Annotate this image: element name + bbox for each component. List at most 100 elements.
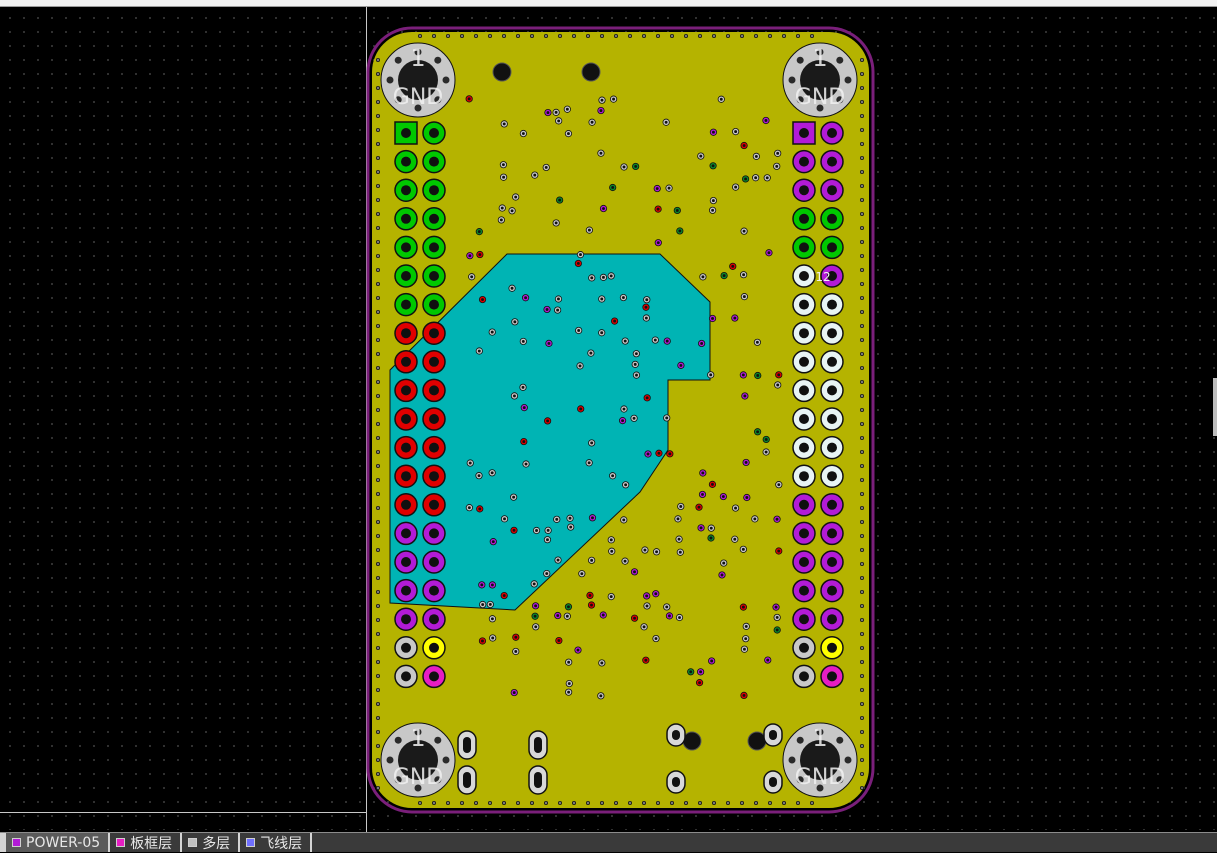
via-hole <box>711 482 714 486</box>
via-hole <box>861 675 863 677</box>
layer-tab-power[interactable]: POWER-05 <box>6 833 109 852</box>
layer-tab-board-frame[interactable]: 板框层 <box>110 833 181 852</box>
via-hole <box>742 273 746 277</box>
via-hole <box>502 594 506 597</box>
via-hole <box>861 703 863 705</box>
pad-drill <box>799 528 809 539</box>
via-hole <box>754 176 758 180</box>
pad-drill <box>429 671 439 682</box>
via-hole <box>699 35 701 37</box>
via-hole <box>777 483 781 487</box>
via-hole <box>776 383 780 387</box>
via-hole <box>524 462 528 466</box>
via-hole <box>699 802 701 804</box>
via-hole <box>490 583 494 587</box>
via-hole <box>433 802 435 804</box>
via-hole <box>600 331 604 335</box>
via-hole <box>567 682 571 685</box>
mounting-hole-via <box>788 756 796 764</box>
layer-tab-multilayer[interactable]: 多层 <box>182 833 239 852</box>
via-hole <box>587 461 591 465</box>
layer-tab-ratsnest[interactable]: 飞线层 <box>240 833 311 852</box>
via-hole <box>377 521 379 523</box>
via-hole <box>590 276 594 280</box>
via-hole <box>744 177 748 181</box>
pad-drill <box>799 299 809 310</box>
via-hole <box>654 592 658 596</box>
via-hole <box>419 35 421 37</box>
via-hole <box>861 115 863 117</box>
via-hole <box>678 616 681 619</box>
mounting-hole-via <box>442 76 450 84</box>
via-hole <box>610 549 614 553</box>
mounting-hole-via <box>434 56 442 64</box>
via-hole <box>377 773 379 775</box>
pcb-board-view[interactable]: 1 GND 1 GND 1 GND 1 GND 12 <box>0 0 1217 832</box>
via-hole <box>377 633 379 635</box>
via-hole <box>461 802 463 804</box>
via-hole <box>377 115 379 117</box>
via-hole <box>671 35 673 37</box>
pad-drill <box>827 557 837 567</box>
via-hole <box>861 381 863 383</box>
via-hole <box>861 185 863 187</box>
via-hole <box>613 319 617 323</box>
via-hole <box>601 35 603 37</box>
via-hole <box>558 198 562 202</box>
via-hole <box>861 367 863 369</box>
via-hole <box>377 619 379 621</box>
via-hole <box>615 35 617 37</box>
via-hole <box>657 802 659 804</box>
hole-net-name: GND <box>795 765 845 790</box>
pad-drill <box>401 128 411 138</box>
pad-drill <box>799 213 809 224</box>
via-hole <box>609 595 613 599</box>
pad-drill <box>401 385 411 396</box>
mounting-hole-via <box>836 736 844 744</box>
via-hole <box>861 171 863 173</box>
via-hole <box>774 605 778 609</box>
via-hole <box>776 151 780 155</box>
via-hole <box>769 35 771 37</box>
pad-drill <box>799 499 809 510</box>
via-hole <box>377 731 379 733</box>
via-hole <box>567 132 570 136</box>
via-hole <box>861 465 863 467</box>
via-hole <box>377 605 379 607</box>
via-hole <box>514 650 518 653</box>
pad-drill <box>429 499 439 510</box>
pad-drill <box>799 271 809 281</box>
mounting-hole-via <box>394 56 402 64</box>
via-hole <box>861 199 863 201</box>
via-hole <box>811 802 813 804</box>
pad-drill <box>429 585 439 596</box>
slot-drill <box>672 777 680 787</box>
via-hole <box>481 298 484 302</box>
pad-drill <box>827 585 837 596</box>
pad-drill <box>429 528 439 539</box>
via-hole <box>461 35 463 37</box>
mounting-hole-via <box>386 756 394 764</box>
via-hole <box>711 208 715 212</box>
via-hole <box>727 802 729 804</box>
via-hole <box>861 549 863 551</box>
via-hole <box>468 254 472 258</box>
hole-net-number: 1 <box>812 44 827 72</box>
via-hole <box>711 164 715 168</box>
pad-drill <box>827 614 837 625</box>
layer-bar-filler <box>312 833 1217 852</box>
via-hole <box>645 396 649 400</box>
via-hole <box>521 339 525 343</box>
via-hole <box>490 330 494 334</box>
via-hole <box>546 528 550 532</box>
pad-drill <box>401 499 411 510</box>
via-hole <box>722 561 726 565</box>
via-hole <box>510 286 514 290</box>
via-hole <box>861 227 863 229</box>
pad-drill <box>429 128 439 138</box>
via-hole <box>644 658 648 662</box>
hole-net-number: 1 <box>410 44 425 72</box>
via-hole <box>709 536 713 540</box>
via-hole <box>579 253 582 257</box>
via-hole <box>377 451 379 453</box>
